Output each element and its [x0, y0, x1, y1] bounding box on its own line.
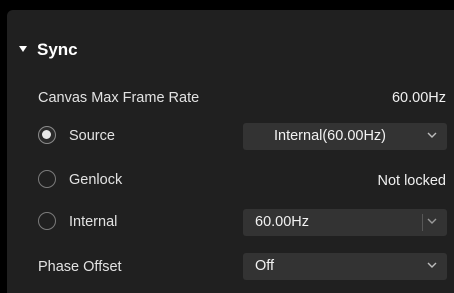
- phase-offset-row: Phase Offset Off: [7, 253, 454, 283]
- internal-rate-value: 60.00Hz: [255, 214, 310, 230]
- genlock-row: Genlock Not locked: [7, 166, 454, 196]
- canvas-max-frame-rate-label: Canvas Max Frame Rate: [38, 90, 200, 106]
- genlock-status: Not locked: [377, 173, 446, 189]
- source-label[interactable]: Source: [69, 128, 115, 144]
- genlock-radio[interactable]: [38, 170, 56, 188]
- chevron-down-icon: [427, 262, 437, 268]
- chevron-down-icon: [427, 132, 437, 138]
- source-dropdown-value: Internal(60.00Hz): [273, 128, 387, 144]
- phase-offset-value: Off: [255, 258, 275, 274]
- internal-row: Internal 60.00Hz: [7, 208, 454, 238]
- source-dropdown[interactable]: Internal(60.00Hz): [243, 123, 447, 150]
- sync-section-header[interactable]: Sync: [7, 32, 454, 68]
- canvas-max-frame-rate-row: Canvas Max Frame Rate 60.00Hz: [7, 84, 454, 114]
- sync-panel: Sync Canvas Max Frame Rate 60.00Hz Sourc…: [7, 10, 454, 293]
- internal-rate-dropdown[interactable]: 60.00Hz: [243, 209, 447, 236]
- phase-offset-label: Phase Offset: [38, 259, 122, 275]
- dropdown-separator: [422, 214, 423, 231]
- genlock-label[interactable]: Genlock: [69, 172, 122, 188]
- canvas-max-frame-rate-value: 60.00Hz: [391, 90, 446, 106]
- phase-offset-dropdown[interactable]: Off: [243, 253, 447, 280]
- source-radio[interactable]: [38, 126, 56, 144]
- caret-down-icon[interactable]: [19, 46, 27, 52]
- section-title: Sync: [37, 40, 78, 59]
- internal-radio[interactable]: [38, 212, 56, 230]
- chevron-down-icon: [427, 218, 437, 224]
- source-row: Source Internal(60.00Hz): [7, 122, 454, 152]
- internal-label[interactable]: Internal: [69, 214, 117, 230]
